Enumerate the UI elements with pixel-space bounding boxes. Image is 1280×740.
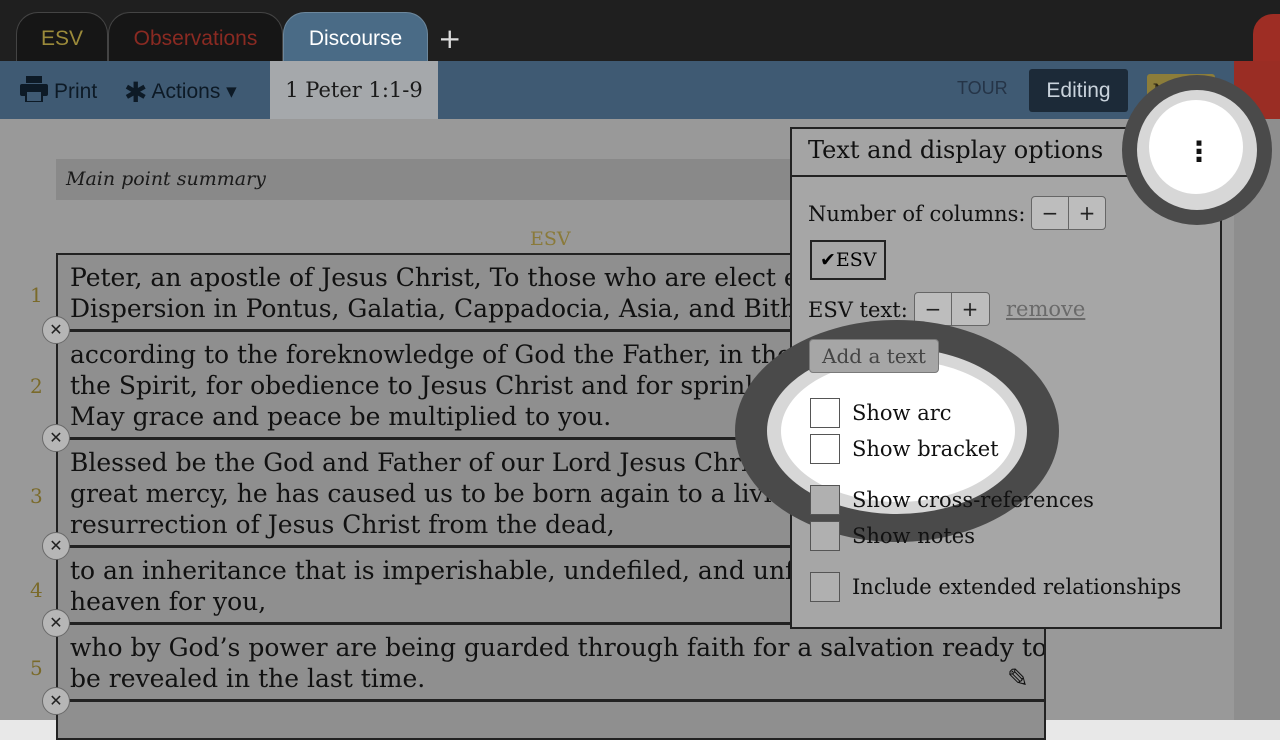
remove-text-link[interactable]: remove <box>1006 297 1085 321</box>
printer-icon <box>20 76 48 103</box>
text-heading: ESV <box>530 228 571 250</box>
verse-number: 2 <box>30 374 43 398</box>
verse-line: who by God’s power are being guarded thr… <box>70 633 1046 662</box>
show-notes-label: Show notes <box>852 524 976 548</box>
tab-observations[interactable]: Observations <box>108 12 283 62</box>
show-bracket-label: Show bracket <box>852 437 999 461</box>
remove-verse-button[interactable]: ✕ <box>42 532 70 560</box>
show-arc-checkbox[interactable] <box>810 398 840 428</box>
show-cross-references-checkbox[interactable] <box>810 485 840 515</box>
print-label: Print <box>54 80 98 103</box>
include-extended-relationships-checkbox[interactable] <box>810 572 840 602</box>
verse-line: be revealed in the last time. <box>70 664 426 693</box>
esv-column-toggle[interactable]: ✔ESV <box>810 240 886 280</box>
verse-number: 3 <box>30 484 43 508</box>
editing-button[interactable]: Editing <box>1029 69 1128 112</box>
esv-text-label: ESV text: <box>808 298 908 322</box>
actions-label: Actions ▾ <box>151 80 237 103</box>
actions-menu-button[interactable]: ✱ Actions ▾ <box>124 76 237 109</box>
verse-number: 4 <box>30 578 43 602</box>
remove-verse-button[interactable]: ✕ <box>42 609 70 637</box>
asterisk-icon: ✱ <box>124 76 148 109</box>
add-text-button[interactable]: Add a text <box>809 339 939 373</box>
spotlight-center <box>781 360 1015 502</box>
show-bracket-checkbox[interactable] <box>810 434 840 464</box>
show-cross-references-label: Show cross-references <box>852 488 1094 512</box>
show-arc-label: Show arc <box>852 401 952 425</box>
include-extended-relationships-label: Include extended relationships <box>852 575 1182 599</box>
remove-verse-button[interactable]: ✕ <box>42 316 70 344</box>
tour-button[interactable]: TOUR <box>957 78 1008 99</box>
pencil-icon[interactable]: ✎ <box>1007 664 1029 694</box>
esv-text-increase-button[interactable]: + <box>951 293 988 325</box>
tab-partial-right[interactable] <box>1253 14 1280 64</box>
tab-esv[interactable]: ESV <box>16 12 108 62</box>
panel-menu-icon[interactable]: ⋮ <box>1178 133 1220 173</box>
columns-stepper: − + <box>1031 196 1106 230</box>
columns-decrease-button[interactable]: − <box>1032 197 1068 229</box>
passage-reference-tab[interactable]: 1 Peter 1:1-9 <box>270 61 438 119</box>
verse-box[interactable] <box>56 700 1046 740</box>
remove-verse-button[interactable]: ✕ <box>42 687 70 715</box>
tab-discourse[interactable]: Discourse <box>283 12 428 62</box>
columns-increase-button[interactable]: + <box>1068 197 1105 229</box>
add-tab-button[interactable]: + <box>438 22 461 55</box>
verse-number: 1 <box>30 283 43 307</box>
print-button[interactable]: Print <box>20 76 97 104</box>
panel-title: Text and display options <box>808 136 1104 164</box>
verse-number: 5 <box>30 656 43 680</box>
columns-label: Number of columns: <box>808 202 1026 226</box>
show-notes-checkbox[interactable] <box>810 521 840 551</box>
verse-box[interactable]: who by God’s power are being guarded thr… <box>56 623 1046 701</box>
remove-verse-button[interactable]: ✕ <box>42 424 70 452</box>
